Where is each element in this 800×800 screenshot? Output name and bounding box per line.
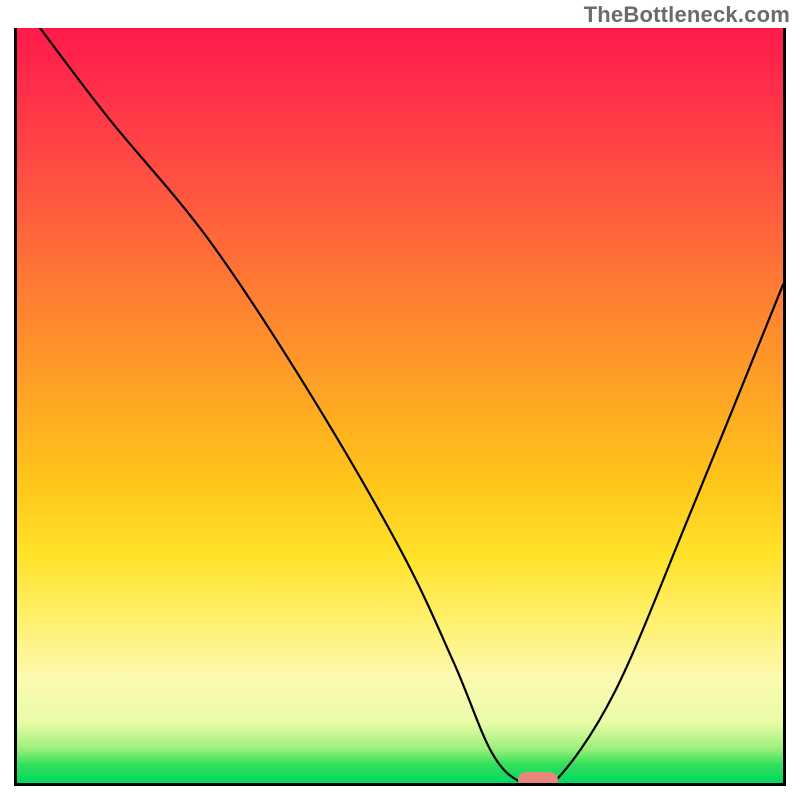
plot-frame: [14, 28, 786, 786]
watermark-text: TheBottleneck.com: [584, 2, 790, 28]
gradient-background: [17, 28, 783, 783]
chart-stage: TheBottleneck.com: [0, 0, 800, 800]
